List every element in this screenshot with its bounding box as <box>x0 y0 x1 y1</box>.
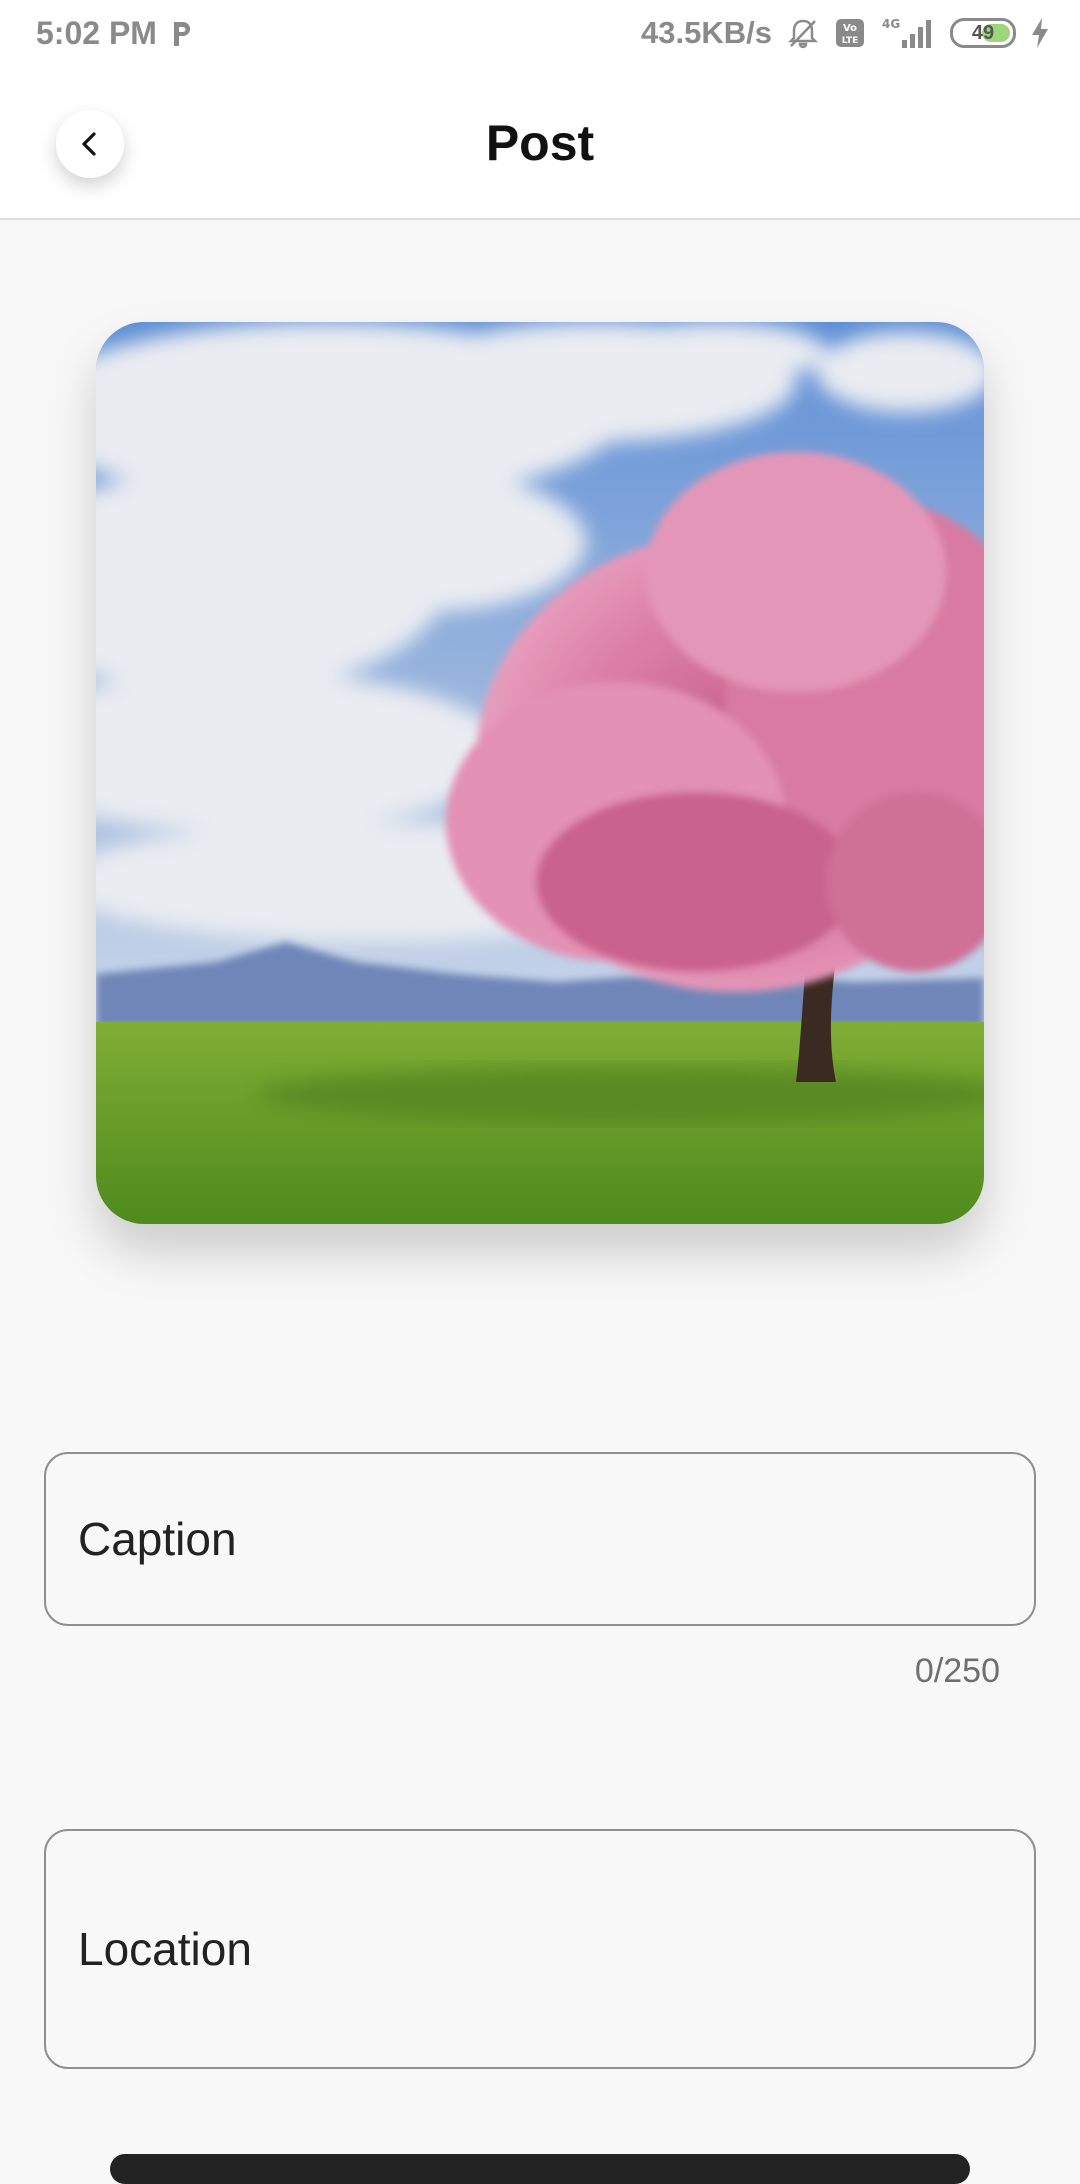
status-bar: 5:02 PM 43.5KB/s Vo LTE 4G 49 <box>0 0 1080 66</box>
volte-icon: Vo LTE <box>834 17 866 49</box>
submit-button-partial[interactable] <box>110 2154 970 2184</box>
caption-counter: 0/250 <box>914 1652 1000 1690</box>
mute-bell-icon <box>786 16 820 50</box>
caption-input[interactable]: Caption <box>44 1452 1036 1626</box>
status-left: 5:02 PM <box>36 15 193 52</box>
app-bar: Post <box>0 66 1080 220</box>
status-time: 5:02 PM <box>36 14 157 51</box>
page-title: Post <box>485 115 595 171</box>
pink-blossom-tree-photo <box>96 322 984 1224</box>
svg-text:LTE: LTE <box>842 36 859 46</box>
4g-signal-icon: 4G <box>880 16 936 50</box>
post-image[interactable] <box>96 322 984 1224</box>
caption-placeholder: Caption <box>78 1513 237 1565</box>
network-speed: 43.5KB/s <box>641 15 772 50</box>
location-placeholder: Location <box>78 1923 252 1975</box>
charging-icon <box>1030 17 1050 49</box>
battery-level: 49 <box>971 21 995 44</box>
location-input[interactable]: Location <box>44 1829 1036 2069</box>
svg-text:4G: 4G <box>882 17 900 31</box>
p-app-icon <box>171 19 193 47</box>
battery-icon: 49 <box>950 18 1016 48</box>
svg-text:Vo: Vo <box>843 23 857 34</box>
status-right: 43.5KB/s Vo LTE 4G 49 <box>641 15 1050 51</box>
